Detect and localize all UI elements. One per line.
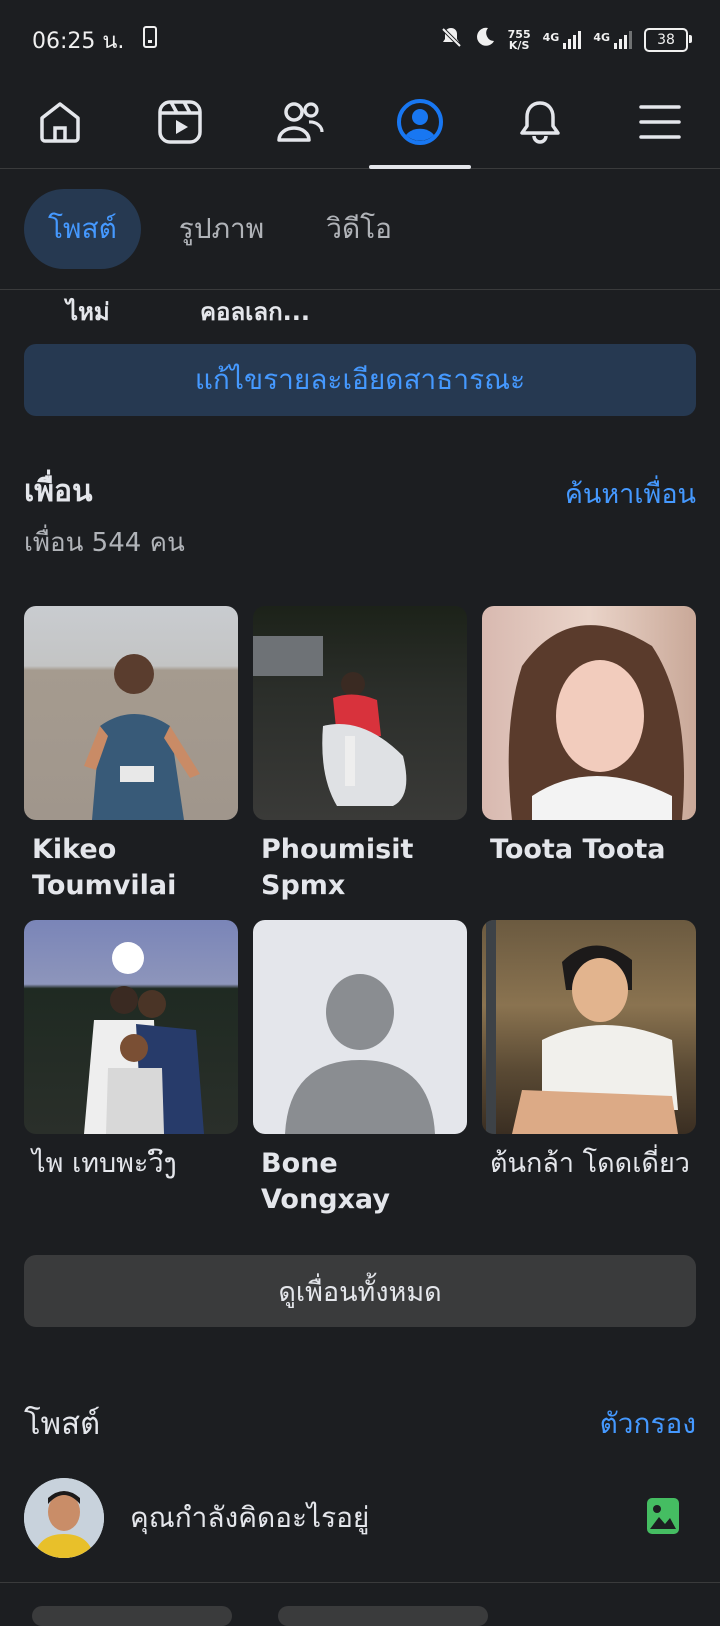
default-avatar-photo [253,920,467,1134]
nav-notifications[interactable] [485,80,595,168]
nav-friends[interactable] [245,80,355,168]
friend-name: Bone Vongxay [261,1148,390,1215]
friend-card[interactable]: ต้นกล้า โดดเดี่ยว [482,920,696,1182]
friend-photo [253,606,467,820]
net-speed: 755 K/S [507,28,531,52]
posts-heading: โพสต์ [24,1406,101,1442]
top-nav [0,80,720,169]
featured-row-cutoff: ไหม่ คอลเลก... [0,288,720,334]
featured-label-new[interactable]: ไหม่ [66,292,110,331]
friend-name: Kikeo Toumvilai [32,834,177,901]
friend-card[interactable]: Kikeo Toumvilai [24,606,238,904]
bell-icon [516,98,564,150]
friends-icon [275,98,325,150]
nav-profile[interactable] [365,80,475,169]
clock: 06:25 น. [32,28,125,54]
friend-card[interactable]: Bone Vongxay [253,920,467,1218]
status-bar: 06:25 น. 755 K/S 4G 4G 38 [0,0,720,80]
composer-placeholder[interactable]: คุณกำลังคิดอะไรอยู่ [130,1496,646,1540]
friend-photo [24,606,238,820]
chip[interactable] [278,1606,488,1626]
friend-card[interactable]: ไพ เทบพะวົງ [24,920,238,1182]
edit-public-details-button[interactable]: แก้ไขรายละเอียดสาธารณะ [24,344,696,416]
friend-name: ต้นกล้า โดดเดี่ยว [490,1148,690,1179]
friends-heading: เพื่อน [24,474,93,509]
reels-icon [156,98,204,150]
home-icon [36,98,84,150]
nav-reels[interactable] [125,80,235,168]
menu-icon [638,102,682,146]
nav-home[interactable] [5,80,115,168]
profile-subtabs: โพสต์ รูปภาพ วิดีโอ [0,168,720,290]
tab-posts[interactable]: โพสต์ [24,188,141,269]
friends-count: เพื่อน 544 คน [24,528,185,558]
friend-photo [24,920,238,1134]
post-composer[interactable]: คุณกำลังคิดอะไรอยู่ [24,1478,696,1558]
mute-bell-icon [440,26,462,54]
featured-label-collection[interactable]: คอลเลก... [200,292,310,331]
phone-icon [142,26,158,54]
friend-card[interactable]: Phoumisit Spmx [253,606,467,904]
tab-photos[interactable]: รูปภาพ [155,189,288,269]
find-friends-link[interactable]: ค้นหาเพื่อน [565,472,696,515]
battery: 38 [644,28,692,52]
nav-menu[interactable] [605,80,715,168]
posts-filter-link[interactable]: ตัวกรอง [600,1402,696,1446]
friend-name: ไพ เทบพะวົງ [32,1148,177,1179]
avatar[interactable] [24,1478,104,1558]
tab-videos[interactable]: วิดีโอ [302,189,416,269]
friend-name: Toota Toota [490,834,666,865]
divider [0,1582,720,1583]
photo-icon[interactable] [646,1497,680,1539]
friend-card[interactable]: Toota Toota [482,606,696,868]
see-all-friends-button[interactable]: ดูเพื่อนทั้งหมด [24,1255,696,1327]
moon-icon [474,26,496,54]
friend-photo [482,606,696,820]
profile-icon [395,97,445,151]
friend-name: Phoumisit Spmx [261,834,414,901]
chip[interactable] [32,1606,232,1626]
signal-1: 4G [543,31,582,49]
friend-photo [482,920,696,1134]
signal-2: 4G [593,31,632,49]
